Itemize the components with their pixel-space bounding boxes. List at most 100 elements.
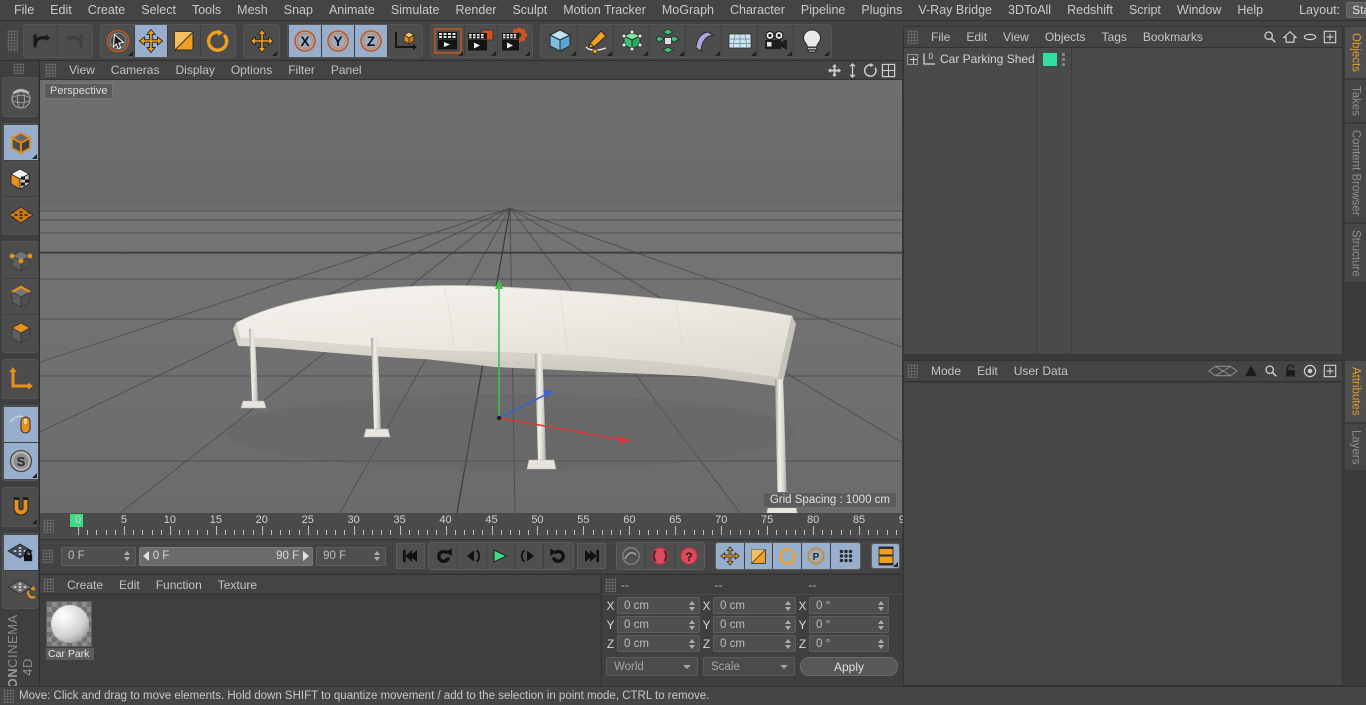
object-tag-cell[interactable] [1037,48,1071,70]
material-item[interactable]: Car Park [46,601,94,660]
key-position-button[interactable] [715,543,745,569]
timeline-grip[interactable] [43,519,54,533]
side-tab-structure[interactable]: Structure [1344,222,1366,284]
end-frame-field[interactable]: 90 F [316,546,386,566]
lock-z-axis-button[interactable]: Z [355,24,388,57]
magnet-button[interactable] [3,489,38,525]
next-key-button[interactable] [544,543,574,569]
nurbs-generator-button[interactable] [614,24,650,57]
menu-item-tools[interactable]: Tools [184,0,229,21]
search-icon[interactable] [1264,364,1278,378]
menu-item-create[interactable]: Create [80,0,134,21]
attributes-menu-item-mode[interactable]: Mode [923,361,969,382]
key-pla-button[interactable]: P [802,543,832,569]
side-tab-takes[interactable]: Takes [1344,79,1366,124]
next-frame-button[interactable] [515,543,545,569]
array-modeling-button[interactable] [650,24,686,57]
menu-item-sculpt[interactable]: Sculpt [504,0,555,21]
viewport-solo-button[interactable] [3,407,38,443]
ellipse-icon[interactable] [1303,30,1317,44]
arrow-up-icon[interactable] [1244,364,1258,378]
axis-modify-button[interactable] [3,361,38,397]
render-settings-button[interactable] [498,24,531,57]
move-tool-button[interactable] [135,24,168,57]
material-menu-item-edit[interactable]: Edit [111,575,148,595]
play-button[interactable] [486,543,516,569]
side-tab-content-browser[interactable]: Content Browser [1344,123,1366,223]
redo-button[interactable] [58,24,91,57]
soft-selection-button[interactable]: S [3,443,38,479]
objects-tag-column[interactable] [1037,48,1072,354]
size-stepper[interactable] [783,599,792,612]
toolbar-grip[interactable] [7,29,18,52]
rotation-field[interactable]: 0 ° [809,635,889,652]
timeline-ruler[interactable]: 051015202530354045505560657075808590 [40,513,911,540]
apply-button[interactable]: Apply [800,657,898,676]
attributes-grip[interactable] [907,364,918,378]
object-color-swatch[interactable] [1043,52,1057,66]
position-stepper[interactable] [687,618,696,631]
objects-menu-item-tags[interactable]: Tags [1094,27,1135,48]
viewport-menu-item-display[interactable]: Display [167,61,222,80]
panel-layout-icon[interactable] [881,63,896,78]
texture-mode-button[interactable] [3,161,38,197]
animation-timeline-toggle[interactable] [871,543,900,569]
rotation-stepper[interactable] [876,618,885,631]
workplane-mode-button[interactable] [3,197,38,233]
edges-mode-button[interactable] [3,279,38,315]
camera-button[interactable] [758,24,794,57]
expand-icon[interactable] [1323,30,1337,44]
rotate-tool-button[interactable] [201,24,234,57]
coordinate-space-select[interactable]: World [606,657,698,676]
objects-menu-item-bookmarks[interactable]: Bookmarks [1135,27,1211,48]
polygons-mode-button[interactable] [3,315,38,351]
status-grip[interactable] [3,689,14,703]
menu-item-animate[interactable]: Animate [321,0,383,21]
autokeying-button[interactable] [617,543,646,569]
coordinates-grip[interactable] [605,577,616,592]
live-selection-button[interactable] [102,24,135,57]
scene-floor-button[interactable] [722,24,758,57]
pen-spline-button[interactable] [578,24,614,57]
transport-grip[interactable] [42,549,53,563]
previous-frame-button[interactable] [457,543,487,569]
lock-x-axis-button[interactable]: X [289,24,322,57]
material-menu-item-texture[interactable]: Texture [210,575,265,595]
objects-menu-item-edit[interactable]: Edit [958,27,995,48]
position-field[interactable]: 0 cm [617,597,700,614]
range-end-handle-icon[interactable] [303,551,310,561]
size-stepper[interactable] [783,637,792,650]
position-stepper[interactable] [687,599,696,612]
search-icon[interactable] [1263,30,1277,44]
end-frame-stepper[interactable] [373,550,382,563]
menu-item-plugins[interactable]: Plugins [853,0,910,21]
viewport-grip[interactable] [45,63,56,77]
menu-item-character[interactable]: Character [722,0,793,21]
menu-item-simulate[interactable]: Simulate [383,0,448,21]
target-icon[interactable] [1303,364,1317,378]
perspective-viewport[interactable]: Perspective Grid Spacing: 1000 cm [40,80,902,513]
size-field[interactable]: 0 cm [713,635,796,652]
size-stepper[interactable] [783,618,792,631]
viewport-menu-item-cameras[interactable]: Cameras [103,61,168,80]
objects-grip[interactable] [907,30,918,44]
render-view-button[interactable] [432,24,465,57]
interface-icon[interactable] [1208,364,1238,378]
rotation-field[interactable]: 0 ° [809,597,889,614]
objects-menu-item-view[interactable]: View [995,27,1037,48]
menu-item-redshift[interactable]: Redshift [1059,0,1121,21]
object-tree-row[interactable]: 0 Car Parking Shed [904,48,1036,70]
planar-workplane-button[interactable] [3,571,38,607]
object-tag-dots-icon[interactable] [1062,52,1065,66]
side-tab-layers[interactable]: Layers [1344,422,1366,472]
record-active-objects-button[interactable] [645,543,675,569]
menu-item-snap[interactable]: Snap [276,0,321,21]
go-to-end-button[interactable] [577,543,607,569]
scale-tool-button[interactable] [168,24,201,57]
menu-item-window[interactable]: Window [1169,0,1229,21]
menu-item-mesh[interactable]: Mesh [229,0,276,21]
size-field[interactable]: 0 cm [713,616,796,633]
cube-primitive-button[interactable] [542,24,578,57]
menu-item-select[interactable]: Select [133,0,184,21]
viewport-menu-item-options[interactable]: Options [223,61,280,80]
